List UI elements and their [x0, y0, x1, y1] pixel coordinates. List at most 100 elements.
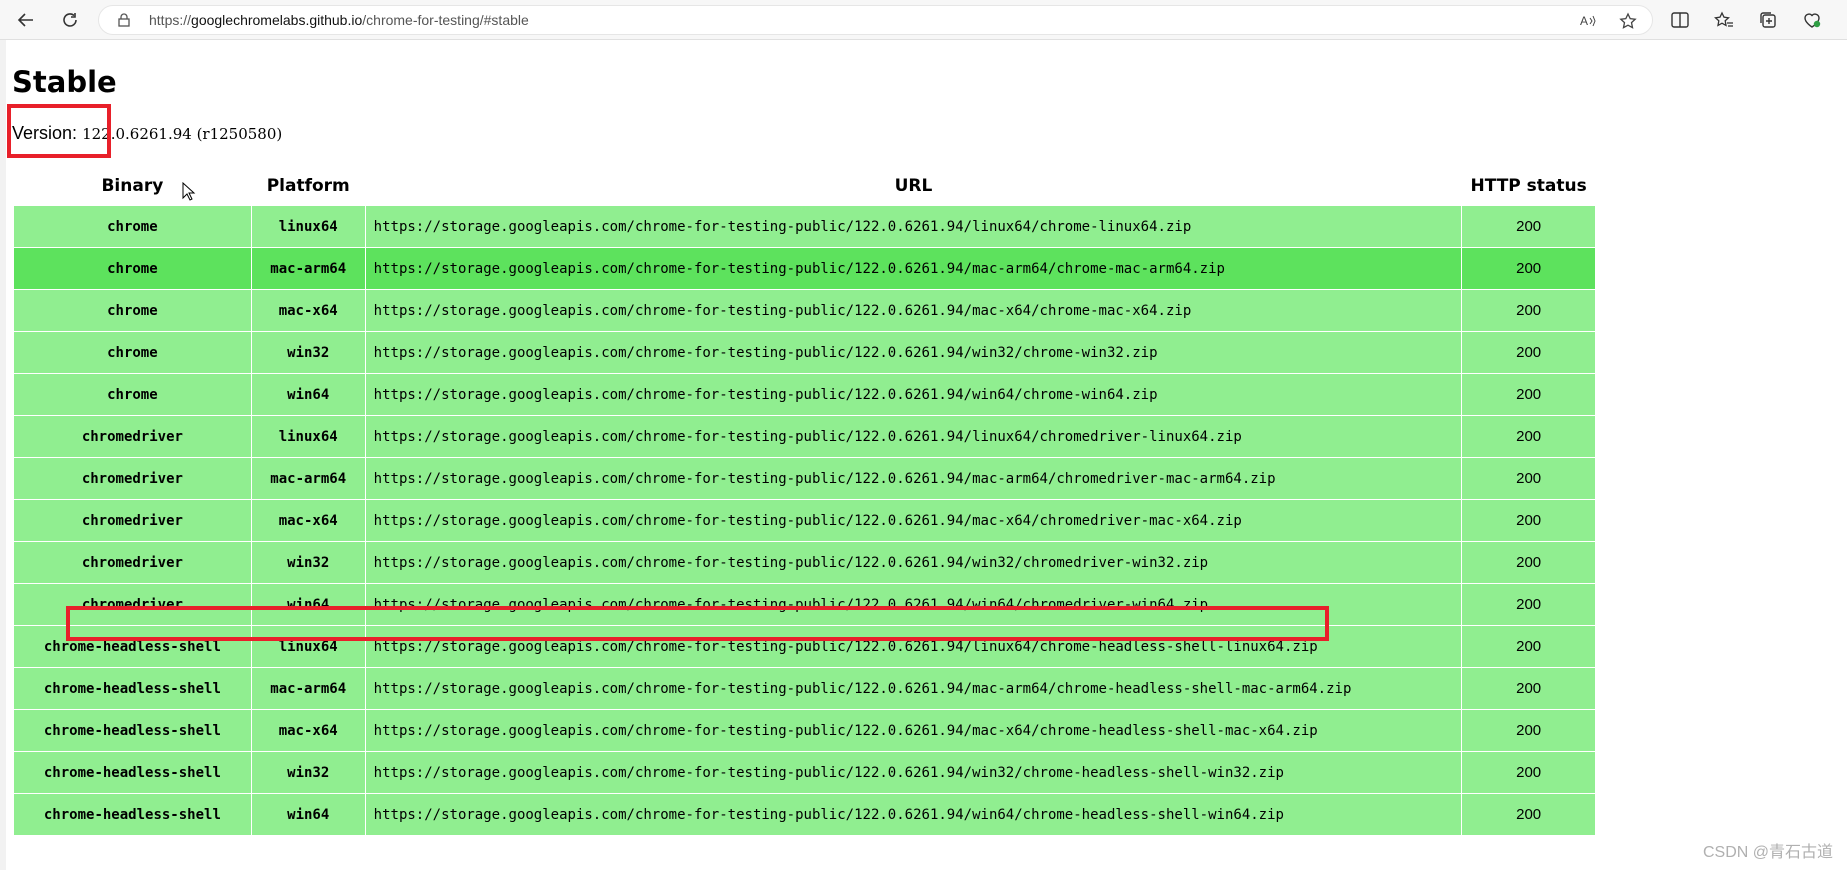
http-status-cell: 200: [1461, 289, 1596, 332]
binary-cell: chrome-headless-shell: [13, 667, 252, 710]
svg-text:A: A: [1580, 14, 1588, 28]
binary-cell: chrome-headless-shell: [13, 751, 252, 794]
binary-cell: chrome: [13, 289, 252, 332]
cursor-icon: [182, 181, 196, 207]
http-status-cell: 200: [1461, 793, 1596, 836]
http-status-cell: 200: [1461, 625, 1596, 668]
table-row: chromedriver win64 https://storage.googlea…: [13, 583, 1596, 626]
url-cell[interactable]: https://storage.googleapis.com/chrome-fo…: [364, 583, 1463, 626]
header-url: URL: [365, 167, 1462, 206]
table-row: chrome-headless-shell win32 https://storag…: [13, 751, 1596, 794]
version-line: Version: 122.0.6261.94 (r1250580): [12, 123, 282, 144]
table-header-row: Binary Platform URL HTTP status: [13, 167, 1596, 206]
platform-cell: mac-arm64: [250, 457, 366, 500]
http-status-cell: 200: [1461, 457, 1596, 500]
browser-essentials-icon[interactable]: [1796, 5, 1828, 35]
address-bar[interactable]: https://googlechromelabs.github.io/chrom…: [98, 5, 1653, 35]
binary-cell: chrome: [13, 331, 252, 374]
table-row: chromedriver win32 https://storage.googlea…: [13, 541, 1596, 584]
url-cell[interactable]: https://storage.googleapis.com/chrome-fo…: [364, 205, 1463, 248]
table-row: chromedriver mac-x64 https://storage.googl…: [13, 499, 1596, 542]
binary-cell: chrome-headless-shell: [13, 625, 252, 668]
url-cell[interactable]: https://storage.googleapis.com/chrome-fo…: [364, 541, 1463, 584]
binary-cell: chromedriver: [13, 541, 252, 584]
url-prefix: https://: [149, 12, 192, 28]
platform-cell: linux64: [250, 625, 366, 668]
binary-cell: chrome-headless-shell: [13, 709, 252, 752]
table-row: chrome-headless-shell mac-arm64 https://st…: [13, 667, 1596, 710]
url-path: /chrome-for-testing/#stable: [362, 12, 529, 28]
table-body: chrome linux64 https://storage.googleapis.…: [13, 205, 1596, 836]
table-row: chrome-headless-shell linux64 https://stor…: [13, 625, 1596, 668]
url-cell[interactable]: https://storage.googleapis.com/chrome-fo…: [364, 331, 1463, 374]
binary-cell: chromedriver: [13, 415, 252, 458]
platform-cell: win64: [250, 583, 366, 626]
binary-cell: chrome: [13, 373, 252, 416]
lock-icon[interactable]: [117, 13, 131, 27]
platform-cell: mac-x64: [250, 289, 366, 332]
version-value: 122.0.6261.94 (r1250580): [82, 125, 283, 143]
version-label: Version:: [12, 123, 78, 143]
http-status-cell: 200: [1461, 709, 1596, 752]
page-title: Stable: [12, 65, 117, 99]
url-cell[interactable]: https://storage.googleapis.com/chrome-fo…: [364, 457, 1463, 500]
http-status-cell: 200: [1461, 415, 1596, 458]
table-row: chromedriver mac-arm64 https://storage.goo…: [13, 457, 1596, 500]
http-status-cell: 200: [1461, 205, 1596, 248]
url-cell[interactable]: https://storage.googleapis.com/chrome-fo…: [364, 415, 1463, 458]
binary-cell: chromedriver: [13, 499, 252, 542]
platform-cell: win32: [250, 331, 366, 374]
platform-cell: mac-x64: [250, 709, 366, 752]
url-cell[interactable]: https://storage.googleapis.com/chrome-fo…: [364, 793, 1463, 836]
url-cell[interactable]: https://storage.googleapis.com/chrome-fo…: [364, 289, 1463, 332]
url-text[interactable]: https://googlechromelabs.github.io/chrom…: [149, 12, 529, 28]
header-http-status: HTTP status: [1461, 167, 1596, 206]
favorites-icon[interactable]: [1708, 5, 1740, 35]
platform-cell: linux64: [250, 415, 366, 458]
platform-cell: mac-arm64: [250, 667, 366, 710]
platform-cell: linux64: [250, 205, 366, 248]
url-cell[interactable]: https://storage.googleapis.com/chrome-fo…: [364, 667, 1463, 710]
http-status-cell: 200: [1461, 751, 1596, 794]
http-status-cell: 200: [1461, 667, 1596, 710]
url-cell[interactable]: https://storage.googleapis.com/chrome-fo…: [364, 247, 1463, 290]
platform-cell: mac-x64: [250, 499, 366, 542]
refresh-icon[interactable]: [54, 5, 86, 35]
url-cell[interactable]: https://storage.googleapis.com/chrome-fo…: [364, 751, 1463, 794]
platform-cell: win64: [250, 373, 366, 416]
url-cell[interactable]: https://storage.googleapis.com/chrome-fo…: [364, 373, 1463, 416]
table-row: chrome mac-arm64 https://storage.googleapi…: [13, 247, 1596, 290]
url-cell[interactable]: https://storage.googleapis.com/chrome-fo…: [364, 625, 1463, 668]
table-row: chrome linux64 https://storage.googleapis.…: [13, 205, 1596, 248]
table-row: chromedriver linux64 https://storage.googl…: [13, 415, 1596, 458]
http-status-cell: 200: [1461, 541, 1596, 584]
header-platform: Platform: [251, 167, 366, 206]
read-aloud-icon[interactable]: A: [1577, 11, 1599, 31]
binary-cell: chromedriver: [13, 583, 252, 626]
platform-cell: win32: [250, 541, 366, 584]
browser-toolbar: https://googlechromelabs.github.io/chrom…: [0, 0, 1847, 40]
favorite-star-icon[interactable]: [1617, 11, 1639, 31]
table-row: chrome win32 https://storage.googleapis.co…: [13, 331, 1596, 374]
binary-cell: chrome-headless-shell: [13, 793, 252, 836]
table-row: chrome-headless-shell mac-x64 https://stor…: [13, 709, 1596, 752]
http-status-cell: 200: [1461, 499, 1596, 542]
url-cell[interactable]: https://storage.googleapis.com/chrome-fo…: [364, 709, 1463, 752]
binary-cell: chrome: [13, 205, 252, 248]
table-row: chrome mac-x64 https://storage.googleapis.…: [13, 289, 1596, 332]
header-binary: Binary: [13, 167, 252, 206]
back-icon[interactable]: [10, 5, 42, 35]
table-row: chrome-headless-shell win64 https://storag…: [13, 793, 1596, 836]
platform-cell: win32: [250, 751, 366, 794]
collections-icon[interactable]: [1752, 5, 1784, 35]
window-edge: [0, 40, 6, 870]
platform-cell: win64: [250, 793, 366, 836]
binary-cell: chromedriver: [13, 457, 252, 500]
platform-cell: mac-arm64: [250, 247, 366, 290]
http-status-cell: 200: [1461, 331, 1596, 374]
http-status-cell: 200: [1461, 373, 1596, 416]
split-screen-icon[interactable]: [1664, 5, 1696, 35]
http-status-cell: 200: [1461, 247, 1596, 290]
url-cell[interactable]: https://storage.googleapis.com/chrome-fo…: [364, 499, 1463, 542]
table-row: chrome win64 https://storage.googleapis.co…: [13, 373, 1596, 416]
